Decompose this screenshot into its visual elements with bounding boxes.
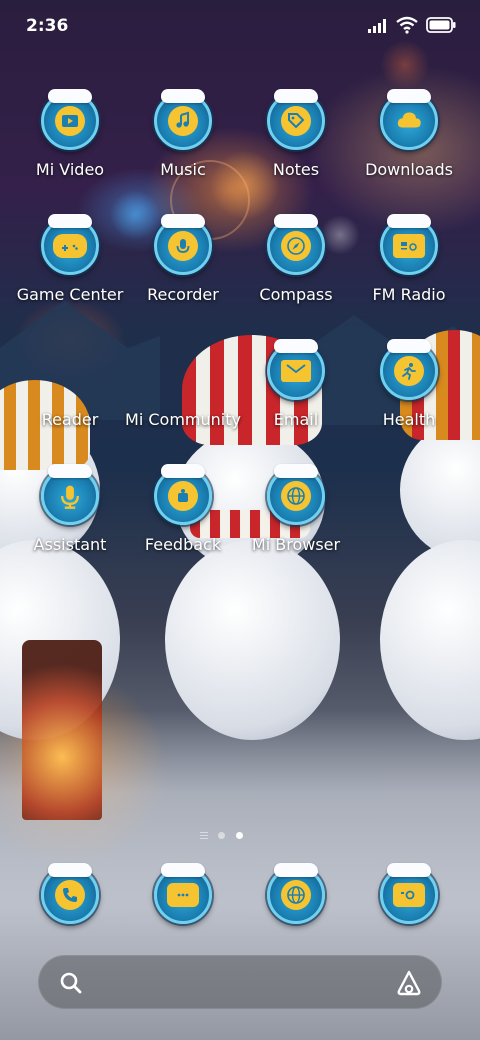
search-bar[interactable] bbox=[38, 955, 442, 1009]
app-label: FM Radio bbox=[372, 285, 446, 304]
notes-app-icon[interactable] bbox=[267, 89, 325, 150]
battery-icon bbox=[426, 17, 456, 33]
tag-icon bbox=[288, 113, 305, 129]
running-person-icon bbox=[402, 363, 416, 380]
camera-icon bbox=[401, 890, 415, 900]
microphone-icon bbox=[61, 485, 79, 509]
microphone-icon bbox=[176, 239, 190, 253]
app-recorder[interactable]: Recorder bbox=[123, 214, 243, 304]
cloud-icon bbox=[397, 112, 421, 128]
app-label: Recorder bbox=[147, 285, 219, 304]
app-email[interactable]: Email bbox=[236, 339, 356, 429]
app-label: Music bbox=[160, 160, 206, 179]
dock-item[interactable] bbox=[10, 863, 130, 924]
messages-app-icon[interactable] bbox=[154, 863, 212, 924]
app-reader[interactable]: Reader bbox=[10, 342, 130, 429]
music-app-icon[interactable] bbox=[154, 89, 212, 150]
app-label: Health bbox=[382, 410, 436, 429]
dock-browser[interactable] bbox=[236, 863, 356, 924]
globe-icon bbox=[287, 886, 305, 904]
app-compass[interactable]: Compass bbox=[236, 214, 356, 304]
app-label: Feedback bbox=[144, 535, 222, 554]
dock-phone[interactable] bbox=[10, 863, 130, 924]
recorder-app-icon[interactable] bbox=[154, 214, 212, 275]
music-note-icon bbox=[176, 111, 189, 128]
game-center-app-icon[interactable] bbox=[41, 214, 99, 275]
app-label: Game Center bbox=[16, 285, 124, 304]
app-label: Compass bbox=[259, 285, 333, 304]
app-notes[interactable]: Notes bbox=[236, 89, 356, 179]
gamepad-icon bbox=[62, 244, 78, 251]
radio-icon bbox=[401, 242, 417, 251]
dock-item[interactable] bbox=[236, 863, 356, 924]
app-fm-radio[interactable]: FM Radio bbox=[349, 214, 469, 304]
app-label: Mi Community bbox=[125, 410, 241, 429]
globe-icon bbox=[287, 487, 305, 505]
cellular-signal-icon bbox=[368, 19, 386, 33]
dock-camera[interactable] bbox=[349, 863, 469, 924]
assistant-icon[interactable] bbox=[395, 969, 423, 997]
video-play-icon bbox=[62, 115, 78, 127]
app-label: Email bbox=[273, 410, 319, 429]
app-game-center[interactable]: Game Center bbox=[10, 214, 130, 304]
mi-browser-app-icon[interactable] bbox=[267, 464, 325, 525]
app-assistant[interactable]: Assistant bbox=[10, 464, 130, 554]
app-downloads[interactable]: Downloads bbox=[349, 89, 469, 179]
app-music[interactable]: Music bbox=[123, 89, 243, 179]
downloads-app-icon[interactable] bbox=[380, 89, 438, 150]
assistant-app-icon[interactable] bbox=[41, 464, 99, 525]
clock: 2:36 bbox=[26, 16, 69, 36]
page-dot[interactable] bbox=[218, 832, 225, 839]
dock-item[interactable] bbox=[123, 863, 243, 924]
app-label: Notes bbox=[272, 160, 320, 179]
app-label: Reader bbox=[41, 410, 99, 429]
phone-icon bbox=[63, 888, 77, 902]
app-mi-browser[interactable]: Mi Browser bbox=[236, 464, 356, 554]
mi-video-app-icon[interactable] bbox=[41, 89, 99, 150]
app-label: Downloads bbox=[365, 160, 453, 179]
camera-app-icon[interactable] bbox=[380, 863, 438, 924]
app-label: Assistant bbox=[33, 535, 107, 554]
dock-messages[interactable] bbox=[123, 863, 243, 924]
fm-radio-app-icon[interactable] bbox=[380, 214, 438, 275]
status-bar: 2:36 bbox=[0, 0, 480, 52]
app-mi-video[interactable]: Mi Video bbox=[10, 89, 130, 179]
wifi-icon bbox=[396, 16, 418, 34]
app-mi-community[interactable]: Mi Community bbox=[123, 342, 243, 429]
envelope-icon bbox=[286, 364, 306, 374]
browser-app-icon[interactable] bbox=[267, 863, 325, 924]
compass-app-icon[interactable] bbox=[267, 214, 325, 275]
email-app-icon[interactable] bbox=[267, 339, 325, 400]
app-drawer-indicator-icon[interactable] bbox=[200, 832, 208, 839]
page-dot-active[interactable] bbox=[236, 832, 243, 839]
compass-icon bbox=[287, 237, 305, 255]
phone-app-icon[interactable] bbox=[41, 863, 99, 924]
app-feedback[interactable]: Feedback bbox=[123, 464, 243, 554]
app-health[interactable]: Health bbox=[349, 339, 469, 429]
page-indicator[interactable] bbox=[0, 830, 480, 842]
app-label: Mi Video bbox=[35, 160, 105, 179]
health-app-icon[interactable] bbox=[380, 339, 438, 400]
app-label: Mi Browser bbox=[251, 535, 341, 554]
dock-item[interactable] bbox=[349, 863, 469, 924]
feedback-icon bbox=[178, 489, 188, 502]
search-icon[interactable] bbox=[59, 971, 83, 995]
feedback-app-icon[interactable] bbox=[154, 464, 212, 525]
message-icon bbox=[177, 893, 189, 897]
